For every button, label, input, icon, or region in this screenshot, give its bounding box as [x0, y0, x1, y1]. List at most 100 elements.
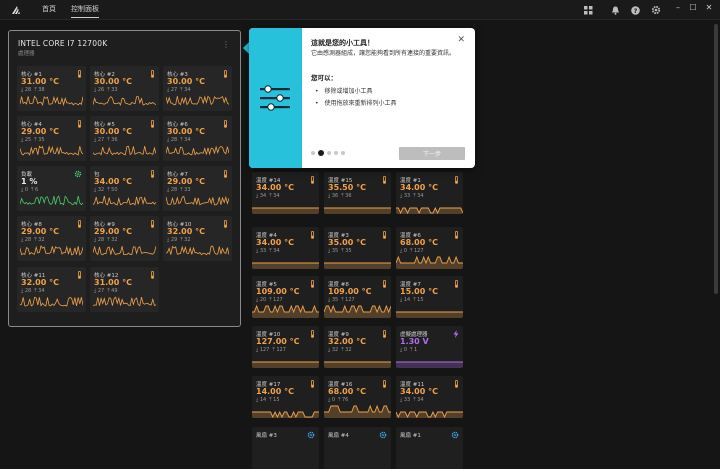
sensor-minmax: ⤓ 0 ⤒ 6: [21, 187, 39, 193]
sensor-value: 1.30 V: [400, 337, 429, 346]
sensor-tile[interactable]: 溫度 #4 34.00 °C ⤓ 33 ⤒ 34: [252, 227, 319, 269]
fan-icon: [307, 431, 315, 441]
sensor-min: 33: [403, 193, 411, 199]
sensor-sparkline: [166, 145, 229, 156]
sensor-max: 127: [276, 347, 286, 353]
sensor-tile[interactable]: 溫度 #14 34.00 °C ⤓ 34 ⤒ 34: [252, 172, 319, 214]
sensor-sparkline: [396, 311, 463, 318]
sensor-sparkline: [93, 296, 156, 307]
sensor-minmax: ⤓ 0 ⤒ 127: [400, 248, 424, 254]
sensor-value: 109.00 °C: [256, 287, 300, 296]
thermometer-icon: [77, 119, 82, 130]
sensor-max: 33: [111, 87, 118, 93]
nav-dashboard[interactable]: 控制面板: [71, 4, 99, 18]
sensor-tile[interactable]: 核心 #1 31.00 °C ⤓ 28 ⤒ 38: [17, 66, 86, 111]
gear-icon[interactable]: [650, 4, 662, 16]
sensor-sparkline: [396, 255, 463, 269]
cpu-widget[interactable]: INTEL CORE I7 12700K 處理器 ⋮ 核心 #1 31.00 °…: [8, 30, 241, 327]
sensor-minmax: ⤓ 28 ⤒ 34: [167, 137, 191, 143]
sensor-value: 30.00 °C: [94, 127, 132, 136]
sensor-tile[interactable]: 溫度 #6 68.00 °C ⤓ 0 ⤒ 127: [396, 227, 463, 269]
sensor-tile[interactable]: 溫度 #17 14.00 °C ⤓ 14 ⤒ 15: [252, 376, 319, 418]
sensor-tile[interactable]: 核心 #2 30.00 °C ⤓ 26 ⤒ 33: [90, 66, 159, 111]
sensor-value: 32.00 °C: [328, 337, 366, 346]
sensor-tile[interactable]: 溫度 #15 35.50 °C ⤓ 36 ⤒ 36: [324, 172, 391, 214]
sensor-value: 34.00 °C: [400, 183, 438, 192]
sensor-min: 28: [24, 237, 32, 243]
svg-text:?: ?: [633, 7, 637, 15]
sensor-tile[interactable]: 溫度 #1 34.00 °C ⤓ 33 ⤒ 34: [396, 172, 463, 214]
sensor-tile[interactable]: 風扇 #3: [252, 427, 319, 469]
sensor-tile[interactable]: 核心 #9 29.00 °C ⤓ 28 ⤒ 32: [90, 216, 159, 261]
sensor-minmax: ⤓ 28 ⤒ 34: [21, 288, 45, 294]
sensor-tile[interactable]: 溫度 #16 68.00 °C ⤓ 0 ⤒ 76: [324, 376, 391, 418]
sensor-min: 14: [259, 397, 267, 403]
close-window-button[interactable]: ✕: [703, 3, 715, 12]
sensor-tile[interactable]: 核心 #7 29.00 °C ⤓ 28 ⤒ 33: [163, 166, 232, 211]
sensor-value: 29.00 °C: [167, 177, 205, 186]
sensor-tile[interactable]: 核心 #10 32.00 °C ⤓ 29 ⤒ 32: [163, 216, 232, 261]
step-dot[interactable]: [311, 151, 315, 155]
sensor-value: 29.00 °C: [21, 227, 59, 236]
sensor-tile[interactable]: 核心 #8 29.00 °C ⤓ 28 ⤒ 32: [17, 216, 86, 261]
sensor-max: 34: [273, 248, 280, 254]
sensor-minmax: ⤓ 33 ⤒ 34: [400, 397, 424, 403]
grid-icon[interactable]: [582, 4, 594, 16]
close-icon[interactable]: ✕: [457, 35, 465, 45]
sensor-value: 34.00 °C: [256, 183, 294, 192]
step-dot[interactable]: [341, 151, 345, 155]
bell-icon[interactable]: [609, 4, 621, 16]
sensor-tile[interactable]: 風扇 #1: [396, 427, 463, 469]
sensor-tile[interactable]: 包 34.00 °C ⤓ 32 ⤒ 50: [90, 166, 159, 211]
sensor-tile[interactable]: 溫度 #7 15.00 °C ⤓ 14 ⤒ 15: [396, 276, 463, 318]
sensor-value: 15.00 °C: [400, 287, 438, 296]
sensor-tile[interactable]: 溫度 #5 109.00 °C ⤓ 20 ⤒ 127: [252, 276, 319, 318]
sensor-max: 33: [184, 187, 191, 193]
thermometer-icon: [310, 230, 315, 241]
sliders-icon: [260, 85, 290, 111]
sensor-minmax: ⤓ 32 ⤒ 32: [328, 347, 352, 353]
sensor-tile[interactable]: 核心 #4 29.00 °C ⤓ 25 ⤒ 35: [17, 116, 86, 161]
sensor-min: 27: [97, 137, 105, 143]
thermometer-icon: [454, 279, 459, 290]
thermometer-icon: [223, 69, 228, 80]
sensor-max: 35: [345, 248, 352, 254]
sensor-tile[interactable]: 核心 #6 30.00 °C ⤓ 28 ⤒ 34: [163, 116, 232, 161]
nav-home[interactable]: 首頁: [42, 4, 56, 14]
scrollbar[interactable]: [714, 24, 718, 294]
step-dot[interactable]: [327, 151, 331, 155]
sensor-tile[interactable]: 核心 #11 32.00 °C ⤓ 28 ⤒ 34: [17, 267, 86, 312]
step-dot[interactable]: [334, 151, 338, 155]
sensor-minmax: ⤓ 33 ⤒ 34: [400, 193, 424, 199]
sensor-min: 127: [259, 347, 270, 353]
thermometer-icon: [454, 175, 459, 186]
help-icon[interactable]: ?: [629, 4, 641, 16]
next-button[interactable]: 下一步: [399, 147, 465, 160]
step-dot-active[interactable]: [318, 150, 324, 156]
sensor-tile[interactable]: 核心 #12 31.00 °C ⤓ 27 ⤒ 49: [90, 267, 159, 312]
minimize-button[interactable]: –: [672, 3, 684, 12]
sensor-tile[interactable]: 溫度 #11 34.00 °C ⤓ 33 ⤒ 34: [396, 376, 463, 418]
sensor-max: 50: [111, 187, 118, 193]
sensor-sparkline: [396, 410, 463, 418]
sensor-minmax: ⤓ 27 ⤒ 36: [94, 137, 118, 143]
sensor-max: 32: [345, 347, 352, 353]
more-options-icon[interactable]: ⋮: [222, 40, 230, 49]
sensor-minmax: ⤓ 27 ⤒ 49: [94, 288, 118, 294]
thermometer-icon: [77, 219, 82, 230]
title-bar: 首頁 控制面板 ? – ☐ ✕: [0, 0, 720, 20]
sensor-tile[interactable]: 溫度 #8 109.00 °C ⤓ 35 ⤒ 127: [324, 276, 391, 318]
maximize-button[interactable]: ☐: [687, 3, 699, 12]
sensor-tile[interactable]: 溫度 #9 32.00 °C ⤓ 32 ⤒ 32: [324, 326, 391, 368]
sensor-tile[interactable]: 溫度 #10 127.00 °C ⤓ 127 ⤒ 127: [252, 326, 319, 368]
sensor-tile[interactable]: 虛擬處理器 1.30 V ⤓ 0 ⤒ 1: [396, 326, 463, 368]
sensor-min: 36: [331, 193, 339, 199]
sensor-tile[interactable]: 溫度 #3 35.00 °C ⤓ 35 ⤒ 35: [324, 227, 391, 269]
sensor-tile[interactable]: 核心 #3 30.00 °C ⤓ 27 ⤒ 34: [163, 66, 232, 111]
sensor-sparkline: [93, 195, 156, 206]
sensor-tile[interactable]: 風扇 #4: [324, 427, 391, 469]
sensor-tile[interactable]: 核心 #5 30.00 °C ⤓ 27 ⤒ 36: [90, 116, 159, 161]
sensor-max: 76: [341, 397, 349, 403]
corsair-logo-icon: [12, 6, 20, 14]
sensor-tile[interactable]: 負載 1 % ⤓ 0 ⤒ 6: [17, 166, 86, 211]
